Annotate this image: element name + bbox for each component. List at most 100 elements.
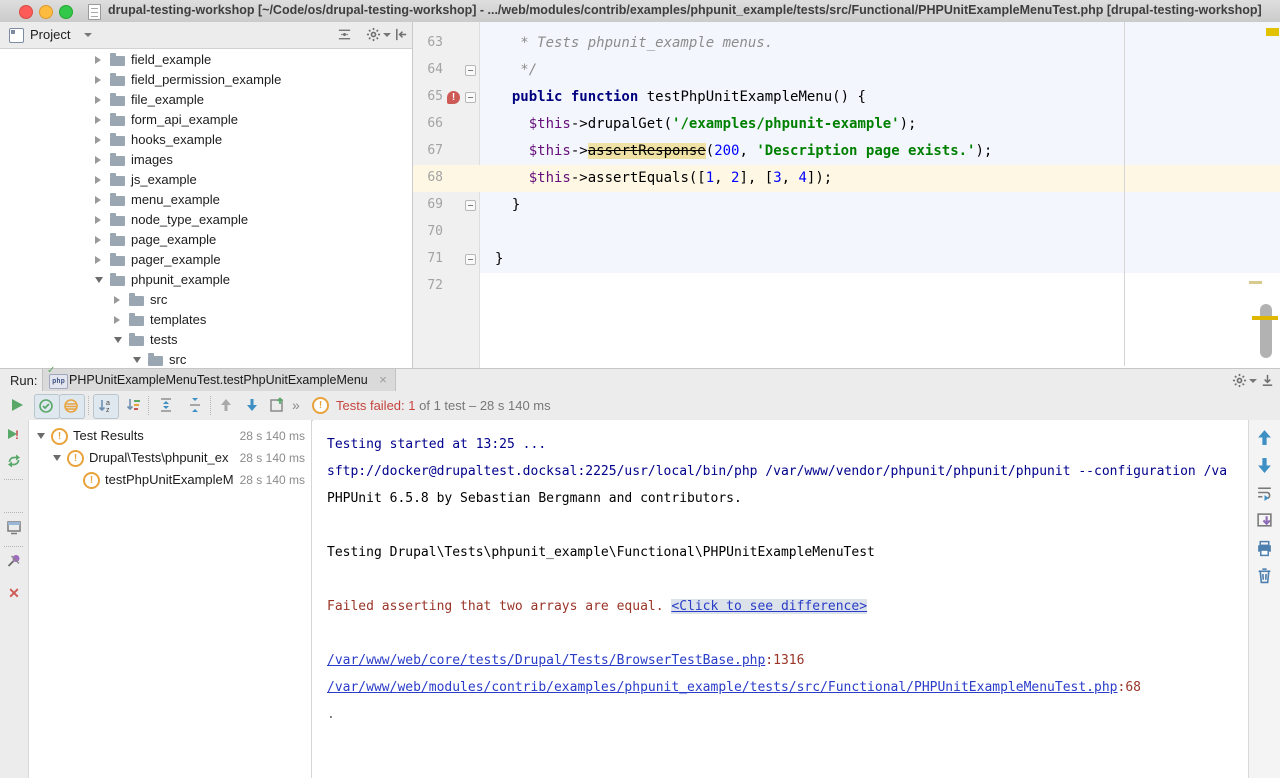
previous-failed-test-icon[interactable] (215, 394, 238, 417)
code-token (495, 89, 512, 105)
chevron-expanded-icon[interactable] (114, 337, 122, 343)
clear-all-icon[interactable] (1256, 567, 1273, 584)
gear-icon[interactable] (366, 27, 381, 47)
chevron-collapsed-icon[interactable] (95, 176, 101, 184)
test-tree-item[interactable]: !Test Results28 s 140 ms (29, 425, 311, 447)
chevron-collapsed-icon[interactable] (95, 256, 101, 264)
chevron-collapsed-icon[interactable] (95, 56, 101, 64)
chevron-collapsed-icon[interactable] (114, 296, 120, 304)
splitter[interactable] (311, 420, 312, 778)
chevron-expanded-icon[interactable] (133, 357, 141, 363)
run-tab[interactable]: php ✓ PHPUnitExampleMenuTest.testPhpUnit… (42, 369, 396, 391)
warning-stripe-mark[interactable] (1249, 281, 1262, 284)
dock-panel-icon[interactable] (1260, 373, 1275, 393)
project-tree-item[interactable]: js_example (0, 170, 412, 190)
chevron-collapsed-icon[interactable] (95, 196, 101, 204)
fold-marker-icon[interactable] (465, 65, 476, 76)
rerun-failed-tests-icon[interactable]: ! (6, 426, 22, 442)
test-error-icon: ! (83, 472, 100, 489)
chevron-collapsed-icon[interactable] (95, 216, 101, 224)
test-tree-item[interactable]: !testPhpUnitExampleM28 s 140 ms (29, 469, 311, 491)
console-line: . (327, 701, 335, 728)
project-tree-item[interactable]: field_permission_example (0, 70, 412, 90)
failed-test-gutter-icon[interactable]: ! (447, 91, 460, 104)
test-console-output[interactable]: Testing started at 13:25 ...sftp://docke… (313, 420, 1248, 778)
project-tree-item[interactable]: hooks_example (0, 130, 412, 150)
chevron-expanded-icon[interactable] (53, 455, 61, 461)
project-tree-item[interactable]: phpunit_example (0, 270, 412, 290)
tree-item-label: node_type_example (131, 212, 248, 227)
print-icon[interactable] (1256, 540, 1273, 557)
project-tree-item[interactable]: page_example (0, 230, 412, 250)
fold-marker-icon[interactable] (465, 92, 476, 103)
sort-alphabetically-toggle[interactable]: az (93, 394, 119, 419)
project-tree-item[interactable]: src (0, 350, 412, 368)
project-tree-item[interactable]: tests (0, 330, 412, 350)
project-tree-item[interactable]: menu_example (0, 190, 412, 210)
show-ignored-toggle[interactable] (59, 394, 85, 419)
down-stacktrace-icon[interactable] (1256, 457, 1273, 474)
project-tree-item[interactable]: node_type_example (0, 210, 412, 230)
tests-summary-detail: of 1 test – 28 s 140 ms (416, 398, 551, 413)
line-number: 70 (413, 224, 443, 239)
chevron-collapsed-icon[interactable] (95, 96, 101, 104)
soft-wrap-icon[interactable] (1256, 484, 1273, 501)
chevron-collapsed-icon[interactable] (95, 76, 101, 84)
project-panel-title[interactable]: Project (30, 27, 70, 42)
folder-icon (110, 136, 125, 146)
code-token: 3 (773, 170, 781, 186)
rerun-tests-button[interactable] (6, 394, 29, 417)
rerun-icon[interactable] (6, 453, 22, 469)
show-passed-toggle[interactable] (34, 394, 60, 419)
project-tree-item[interactable]: pager_example (0, 250, 412, 270)
close-window-button[interactable] (19, 5, 33, 19)
zoom-window-button[interactable] (59, 5, 73, 19)
project-tree-item[interactable]: file_example (0, 90, 412, 110)
next-failed-test-icon[interactable] (241, 394, 264, 417)
chevron-collapsed-icon[interactable] (114, 316, 120, 324)
scroll-from-source-icon[interactable] (337, 27, 352, 47)
error-stripe-mark[interactable] (1266, 28, 1279, 36)
fold-marker-icon[interactable] (465, 254, 476, 265)
console-link[interactable]: <Click to see difference> (671, 599, 867, 614)
chevron-collapsed-icon[interactable] (95, 236, 101, 244)
close-tab-icon[interactable]: × (379, 372, 387, 387)
project-tree-item[interactable]: form_api_example (0, 110, 412, 130)
hide-panel-icon[interactable] (394, 27, 409, 47)
close-icon[interactable]: ✕ (6, 585, 22, 601)
code-line: $this->drupalGet('/examples/phpunit-exam… (495, 111, 916, 138)
code-line: } (495, 192, 520, 219)
toolbar-separator (148, 396, 150, 415)
chevron-collapsed-icon[interactable] (95, 136, 101, 144)
collapse-all-icon[interactable] (184, 394, 207, 417)
test-tree-item[interactable]: !Drupal\Tests\phpunit_ex28 s 140 ms (29, 447, 311, 469)
chevron-collapsed-icon[interactable] (95, 156, 101, 164)
console-link[interactable]: /var/www/web/core/tests/Drupal/Tests/Bro… (327, 653, 765, 668)
project-tree-item[interactable]: field_example (0, 50, 412, 70)
sort-by-duration-icon[interactable] (122, 394, 145, 417)
project-tree-item[interactable]: images (0, 150, 412, 170)
pin-tab-icon[interactable] (6, 553, 22, 569)
project-tree-item[interactable]: templates (0, 310, 412, 330)
fold-marker-icon[interactable] (465, 200, 476, 211)
code-editor[interactable]: 63 * Tests phpunit_example menus.64 */65… (413, 22, 1280, 368)
warning-stripe-mark[interactable] (1252, 316, 1278, 320)
tree-item-label: src (169, 352, 186, 367)
console-text: . (327, 707, 335, 722)
chevron-expanded-icon[interactable] (95, 277, 103, 283)
code-line: $this->assertResponse(200, 'Description … (495, 138, 992, 165)
code-token: 200 (714, 143, 739, 159)
up-stacktrace-icon[interactable] (1256, 429, 1273, 446)
gear-icon[interactable] (1232, 373, 1247, 393)
project-tree-item[interactable]: src (0, 290, 412, 310)
minimize-window-button[interactable] (39, 5, 53, 19)
console-link[interactable]: /var/www/web/modules/contrib/examples/ph… (327, 680, 1118, 695)
editor-scrollbar[interactable] (1260, 304, 1272, 358)
scroll-to-end-icon[interactable] (1256, 512, 1273, 529)
more-actions-icon[interactable]: » (292, 397, 300, 413)
chevron-expanded-icon[interactable] (37, 433, 45, 439)
import-test-results-icon[interactable] (266, 394, 289, 417)
restore-layout-icon[interactable] (6, 519, 22, 535)
expand-all-icon[interactable] (155, 394, 178, 417)
chevron-collapsed-icon[interactable] (95, 116, 101, 124)
